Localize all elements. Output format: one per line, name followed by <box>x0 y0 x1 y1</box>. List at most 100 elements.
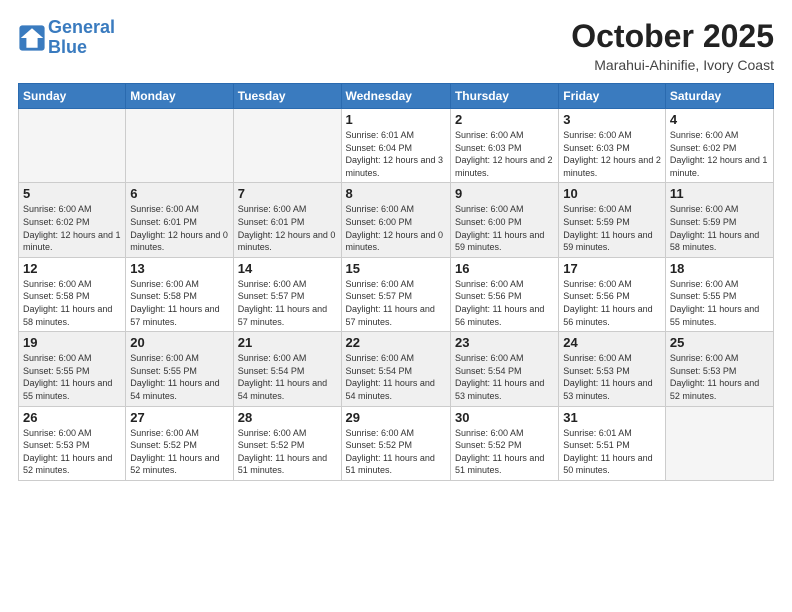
day-cell: 2 Sunrise: 6:00 AM Sunset: 6:03 PM Daylig… <box>450 109 558 183</box>
day-number: 1 <box>346 112 446 127</box>
weekday-header-monday: Monday <box>126 84 233 109</box>
week-row-2: 5 Sunrise: 6:00 AM Sunset: 6:02 PM Daylig… <box>19 183 774 257</box>
day-cell: 29 Sunrise: 6:00 AM Sunset: 5:52 PM Dayli… <box>341 406 450 480</box>
day-number: 31 <box>563 410 661 425</box>
day-number: 3 <box>563 112 661 127</box>
day-info: Sunrise: 6:00 AM Sunset: 5:54 PM Dayligh… <box>455 352 554 402</box>
day-cell: 24Sunrise: 6:00 AM Sunset: 5:53 PM Dayli… <box>559 332 666 406</box>
day-cell: 20Sunrise: 6:00 AM Sunset: 5:55 PM Dayli… <box>126 332 233 406</box>
day-number: 11 <box>670 186 769 201</box>
day-info: Sunrise: 6:00 AM Sunset: 5:52 PM Dayligh… <box>455 427 554 477</box>
logo-icon <box>18 24 46 52</box>
day-number: 28 <box>238 410 337 425</box>
day-cell: 15 Sunrise: 6:00 AM Sunset: 5:57 PM Dayli… <box>341 257 450 331</box>
day-cell: 8 Sunrise: 6:00 AM Sunset: 6:00 PM Daylig… <box>341 183 450 257</box>
weekday-header-sunday: Sunday <box>19 84 126 109</box>
page: General Blue October 2025 Marahui-Ahinif… <box>0 0 792 612</box>
day-info: Sunrise: 6:00 AM Sunset: 5:56 PM Dayligh… <box>563 278 661 328</box>
day-info: Sunrise: 6:00 AM Sunset: 5:53 PM Dayligh… <box>23 427 121 477</box>
day-info: Sunrise: 6:00 AM Sunset: 6:03 PM Dayligh… <box>563 129 661 179</box>
day-cell: 6Sunrise: 6:00 AM Sunset: 6:01 PM Daylig… <box>126 183 233 257</box>
day-cell: 17 Sunrise: 6:00 AM Sunset: 5:56 PM Dayli… <box>559 257 666 331</box>
day-number: 14 <box>238 261 337 276</box>
weekday-header-friday: Friday <box>559 84 666 109</box>
day-cell: 13 Sunrise: 6:00 AM Sunset: 5:58 PM Dayli… <box>126 257 233 331</box>
day-cell: 22Sunrise: 6:00 AM Sunset: 5:54 PM Dayli… <box>341 332 450 406</box>
weekday-header-thursday: Thursday <box>450 84 558 109</box>
week-row-1: 1Sunrise: 6:01 AM Sunset: 6:04 PM Daylig… <box>19 109 774 183</box>
day-cell: 25Sunrise: 6:00 AM Sunset: 5:53 PM Dayli… <box>665 332 773 406</box>
day-number: 5 <box>23 186 121 201</box>
day-info: Sunrise: 6:00 AM Sunset: 5:55 PM Dayligh… <box>670 278 769 328</box>
day-number: 8 <box>346 186 446 201</box>
logo-line2: Blue <box>48 37 87 57</box>
week-row-5: 26Sunrise: 6:00 AM Sunset: 5:53 PM Dayli… <box>19 406 774 480</box>
day-number: 4 <box>670 112 769 127</box>
day-cell: 21 Sunrise: 6:00 AM Sunset: 5:54 PM Dayli… <box>233 332 341 406</box>
day-info: Sunrise: 6:00 AM Sunset: 5:58 PM Dayligh… <box>23 278 121 328</box>
day-info: Sunrise: 6:00 AM Sunset: 5:54 PM Dayligh… <box>238 352 337 402</box>
day-cell: 19Sunrise: 6:00 AM Sunset: 5:55 PM Dayli… <box>19 332 126 406</box>
weekday-header-wednesday: Wednesday <box>341 84 450 109</box>
day-cell <box>665 406 773 480</box>
day-number: 25 <box>670 335 769 350</box>
day-info: Sunrise: 6:00 AM Sunset: 6:03 PM Dayligh… <box>455 129 554 179</box>
day-info: Sunrise: 6:00 AM Sunset: 5:57 PM Dayligh… <box>238 278 337 328</box>
day-info: Sunrise: 6:00 AM Sunset: 5:59 PM Dayligh… <box>563 203 661 253</box>
day-cell: 5 Sunrise: 6:00 AM Sunset: 6:02 PM Daylig… <box>19 183 126 257</box>
day-number: 10 <box>563 186 661 201</box>
day-cell: 28 Sunrise: 6:00 AM Sunset: 5:52 PM Dayli… <box>233 406 341 480</box>
day-cell: 12 Sunrise: 6:00 AM Sunset: 5:58 PM Dayli… <box>19 257 126 331</box>
day-number: 13 <box>130 261 228 276</box>
day-number: 21 <box>238 335 337 350</box>
day-cell: 30Sunrise: 6:00 AM Sunset: 5:52 PM Dayli… <box>450 406 558 480</box>
day-cell: 23Sunrise: 6:00 AM Sunset: 5:54 PM Dayli… <box>450 332 558 406</box>
day-cell: 16 Sunrise: 6:00 AM Sunset: 5:56 PM Dayli… <box>450 257 558 331</box>
day-cell <box>233 109 341 183</box>
day-cell: 3 Sunrise: 6:00 AM Sunset: 6:03 PM Daylig… <box>559 109 666 183</box>
day-info: Sunrise: 6:00 AM Sunset: 5:52 PM Dayligh… <box>238 427 337 477</box>
calendar: SundayMondayTuesdayWednesdayThursdayFrid… <box>18 83 774 481</box>
day-cell: 1Sunrise: 6:01 AM Sunset: 6:04 PM Daylig… <box>341 109 450 183</box>
weekday-header-row: SundayMondayTuesdayWednesdayThursdayFrid… <box>19 84 774 109</box>
day-number: 9 <box>455 186 554 201</box>
day-number: 16 <box>455 261 554 276</box>
header: General Blue October 2025 Marahui-Ahinif… <box>18 18 774 73</box>
day-info: Sunrise: 6:00 AM Sunset: 6:02 PM Dayligh… <box>23 203 121 253</box>
day-info: Sunrise: 6:00 AM Sunset: 5:58 PM Dayligh… <box>130 278 228 328</box>
logo-text: General Blue <box>48 18 115 58</box>
day-number: 27 <box>130 410 228 425</box>
logo-line1: General <box>48 17 115 37</box>
day-cell <box>19 109 126 183</box>
location: Marahui-Ahinifie, Ivory Coast <box>571 57 774 73</box>
day-number: 15 <box>346 261 446 276</box>
day-number: 24 <box>563 335 661 350</box>
day-cell: 18 Sunrise: 6:00 AM Sunset: 5:55 PM Dayli… <box>665 257 773 331</box>
day-number: 18 <box>670 261 769 276</box>
day-number: 12 <box>23 261 121 276</box>
day-cell: 4 Sunrise: 6:00 AM Sunset: 6:02 PM Daylig… <box>665 109 773 183</box>
day-cell: 9 Sunrise: 6:00 AM Sunset: 6:00 PM Daylig… <box>450 183 558 257</box>
title-block: October 2025 Marahui-Ahinifie, Ivory Coa… <box>571 18 774 73</box>
day-number: 20 <box>130 335 228 350</box>
day-cell: 7Sunrise: 6:00 AM Sunset: 6:01 PM Daylig… <box>233 183 341 257</box>
day-info: Sunrise: 6:00 AM Sunset: 6:01 PM Dayligh… <box>238 203 337 253</box>
day-info: Sunrise: 6:00 AM Sunset: 5:54 PM Dayligh… <box>346 352 446 402</box>
day-cell: 27 Sunrise: 6:00 AM Sunset: 5:52 PM Dayli… <box>126 406 233 480</box>
week-row-4: 19Sunrise: 6:00 AM Sunset: 5:55 PM Dayli… <box>19 332 774 406</box>
day-number: 29 <box>346 410 446 425</box>
day-info: Sunrise: 6:00 AM Sunset: 6:02 PM Dayligh… <box>670 129 769 179</box>
day-cell: 31 Sunrise: 6:01 AM Sunset: 5:51 PM Dayli… <box>559 406 666 480</box>
day-number: 6 <box>130 186 228 201</box>
day-info: Sunrise: 6:00 AM Sunset: 5:52 PM Dayligh… <box>130 427 228 477</box>
weekday-header-saturday: Saturday <box>665 84 773 109</box>
week-row-3: 12 Sunrise: 6:00 AM Sunset: 5:58 PM Dayli… <box>19 257 774 331</box>
day-info: Sunrise: 6:00 AM Sunset: 6:00 PM Dayligh… <box>346 203 446 253</box>
day-number: 17 <box>563 261 661 276</box>
day-info: Sunrise: 6:00 AM Sunset: 5:52 PM Dayligh… <box>346 427 446 477</box>
day-info: Sunrise: 6:00 AM Sunset: 5:56 PM Dayligh… <box>455 278 554 328</box>
day-info: Sunrise: 6:00 AM Sunset: 5:57 PM Dayligh… <box>346 278 446 328</box>
day-number: 2 <box>455 112 554 127</box>
day-info: Sunrise: 6:00 AM Sunset: 6:00 PM Dayligh… <box>455 203 554 253</box>
day-info: Sunrise: 6:01 AM Sunset: 5:51 PM Dayligh… <box>563 427 661 477</box>
